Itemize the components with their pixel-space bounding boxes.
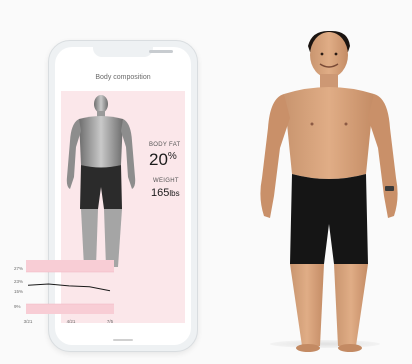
y-axis-ticks: 27% 23% 15% 9% xyxy=(14,266,23,309)
phone-notch xyxy=(93,47,173,57)
body-fat-series-line xyxy=(27,283,111,292)
body-fat-trend-chart: 27% 23% 15% 9% 3/21 4/21 7/5 xyxy=(14,260,114,324)
body-fat-number: 20 xyxy=(149,150,168,169)
x-tick-label: 7/5 xyxy=(107,319,114,324)
weight-unit: lbs xyxy=(169,189,180,198)
x-tick-label: 4/21 xyxy=(67,319,76,324)
y-tick-label: 15% xyxy=(14,289,23,294)
body-scan-figure xyxy=(66,95,136,267)
person-photo xyxy=(260,30,398,352)
body-fat-label: BODY FAT xyxy=(149,142,181,148)
y-tick-label: 23% xyxy=(14,279,23,284)
weight-number: 165 xyxy=(151,187,170,199)
x-axis-ticks: 3/21 4/21 7/5 xyxy=(24,319,114,324)
y-tick-label: 27% xyxy=(14,266,23,271)
body-fat-value: 20% xyxy=(149,150,177,170)
chart-band-bottom xyxy=(26,304,114,314)
speaker-icon xyxy=(149,50,173,53)
page-title: Body composition xyxy=(95,74,151,81)
y-tick-label: 9% xyxy=(14,304,21,309)
body-fat-unit: % xyxy=(167,151,177,162)
chart-band-top xyxy=(26,260,114,272)
x-tick-label: 3/21 xyxy=(24,319,33,324)
weight-label: WEIGHT xyxy=(153,178,179,184)
scene: Body composition BODY FAT 20% WEIGHT 165… xyxy=(0,0,412,364)
weight-value: 165lbs xyxy=(151,187,180,199)
home-indicator xyxy=(113,339,133,341)
